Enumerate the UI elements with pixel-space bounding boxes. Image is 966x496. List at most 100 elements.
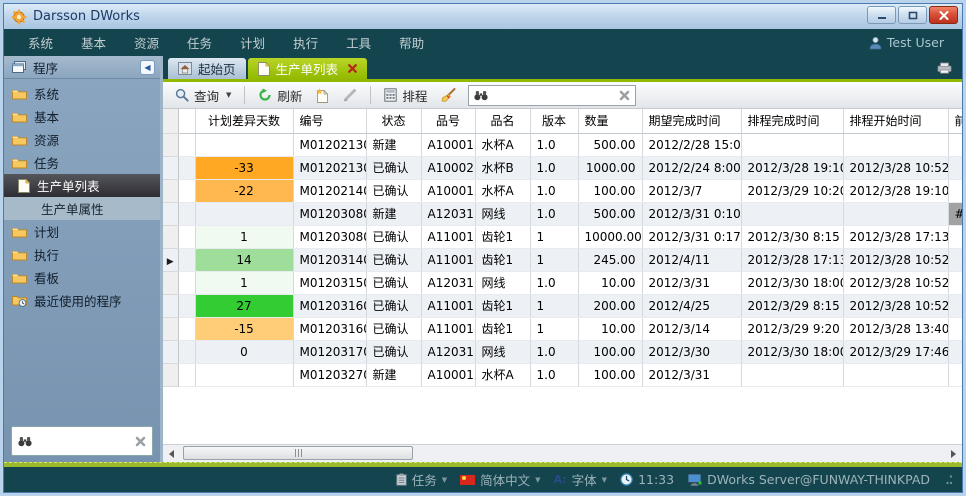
- table-row[interactable]: M012032701新建 A10001水杯A 1.0100.00 2012/3/…: [163, 363, 962, 386]
- table-row[interactable]: 27 M012031601已确认 A11001齿轮1 1200.00 2012/…: [163, 294, 962, 317]
- tab-strip: 起始页 生产单列表: [163, 56, 962, 79]
- server-name: DWorks Server@FUNWAY-THINKPAD: [707, 472, 930, 487]
- toolbar-search-input[interactable]: [493, 88, 614, 102]
- sidebar-item-basic[interactable]: 基本: [4, 105, 160, 128]
- current-user[interactable]: Test User: [869, 35, 952, 50]
- sidebar-item-plan[interactable]: 计划: [4, 220, 160, 243]
- monitor-icon: [687, 473, 702, 486]
- table-row-current[interactable]: ▶ 14 M012031402已确认 A11001齿轮1 1245.00 201…: [163, 248, 962, 271]
- menu-task[interactable]: 任务: [173, 29, 226, 56]
- col-item-name[interactable]: 品名: [475, 109, 530, 133]
- status-font-menu[interactable]: A: 字体 ▼: [554, 470, 608, 489]
- sidebar-search-clear-icon[interactable]: [135, 436, 146, 447]
- table-row[interactable]: M012021301新建 A10001水杯A 1.0500.00 2012/2/…: [163, 133, 962, 156]
- col-qty[interactable]: 数量: [578, 109, 642, 133]
- table-row[interactable]: -22 M012021401已确认 A10001水杯A 1.0100.00 20…: [163, 179, 962, 202]
- clean-button[interactable]: [437, 86, 460, 104]
- tab-close-icon[interactable]: [348, 64, 357, 73]
- binoculars-icon: [474, 90, 488, 101]
- table-row[interactable]: -15 M012031602已确认 A11001齿轮1 110.00 2012/…: [163, 317, 962, 340]
- tab-production-order-list[interactable]: 生产单列表: [248, 58, 368, 79]
- status-server[interactable]: DWorks Server@FUNWAY-THINKPAD: [687, 472, 930, 487]
- menu-plan[interactable]: 计划: [226, 29, 279, 56]
- folder-icon: [12, 134, 27, 146]
- folder-clock-icon: [12, 294, 27, 307]
- schedule-button[interactable]: 排程: [380, 84, 431, 107]
- query-dropdown-caret-icon[interactable]: ▼: [226, 91, 231, 99]
- scrollbar-thumb[interactable]: [183, 446, 413, 460]
- col-plan-diff-days[interactable]: 计划差异天数: [195, 109, 293, 133]
- col-sched-start-time[interactable]: 排程开始时间: [843, 109, 948, 133]
- printer-icon[interactable]: [937, 62, 952, 74]
- folder-icon: [12, 88, 27, 100]
- menu-system[interactable]: 系统: [14, 29, 67, 56]
- menu-help[interactable]: 帮助: [385, 29, 438, 56]
- user-icon: [869, 36, 882, 50]
- sidebar-header: 程序 ◀: [4, 56, 160, 79]
- scroll-right-arrow-icon[interactable]: [945, 446, 962, 462]
- minimize-button[interactable]: [867, 6, 896, 24]
- col-order-no[interactable]: 编号: [293, 109, 366, 133]
- restore-button[interactable]: [898, 6, 927, 24]
- folder-icon: [12, 272, 27, 284]
- sidebar-programs: 程序 ◀ 系统 基本 资源 任务: [4, 56, 163, 462]
- menu-resource[interactable]: 资源: [120, 29, 173, 56]
- sidebar-item-system[interactable]: 系统: [4, 82, 160, 105]
- query-button[interactable]: 查询 ▼: [171, 84, 235, 107]
- status-clock: 11:33: [620, 472, 674, 487]
- menu-basic[interactable]: 基本: [67, 29, 120, 56]
- sidebar-item-resource[interactable]: 资源: [4, 128, 160, 151]
- window-controls: [867, 4, 958, 29]
- sidebar-item-execute[interactable]: 执行: [4, 243, 160, 266]
- menu-execute[interactable]: 执行: [279, 29, 332, 56]
- tab-start-page[interactable]: 起始页: [168, 58, 246, 79]
- new-button[interactable]: [312, 86, 333, 105]
- horizontal-scrollbar[interactable]: [163, 444, 962, 462]
- font-icon: A:: [554, 473, 567, 486]
- close-button[interactable]: [929, 6, 958, 24]
- sidebar-item-recent-programs[interactable]: 最近使用的程序: [4, 289, 160, 312]
- menu-tools[interactable]: 工具: [332, 29, 385, 56]
- col-sched-end-time[interactable]: 排程完成时间: [741, 109, 843, 133]
- col-item-no[interactable]: 品号: [421, 109, 475, 133]
- table-row[interactable]: 1 M012030802已确认 A11001齿轮1 110000.00 2012…: [163, 225, 962, 248]
- grid-header-row: 计划差异天数 编号 状态 品号 品名 版本 数量 期望完成时间 排程完成时间 排…: [163, 109, 962, 133]
- col-version[interactable]: 版本: [530, 109, 578, 133]
- table-row[interactable]: 0 M012031701已确认 A12031网线 1.0100.00 2012/…: [163, 340, 962, 363]
- edit-button[interactable]: [339, 86, 361, 104]
- pencil-icon: [343, 88, 357, 102]
- col-status[interactable]: 状态: [366, 109, 421, 133]
- resize-grip[interactable]: [943, 475, 952, 484]
- table-row[interactable]: 1 M012031501已确认 A12031网线 1.010.00 2012/3…: [163, 271, 962, 294]
- main-area: 起始页 生产单列表 查询 ▼: [163, 56, 962, 462]
- sidebar-item-production-order-list[interactable]: 生产单列表: [4, 174, 160, 197]
- window-title: Darsson DWorks: [33, 9, 867, 24]
- window-frame: Darsson DWorks 系统 基本 资源 任务 计划 执行 工具 帮助 T…: [3, 3, 963, 493]
- status-task-menu[interactable]: 任务 ▼: [396, 470, 447, 489]
- status-language-menu[interactable]: 简体中文 ▼: [460, 470, 540, 489]
- table-row[interactable]: -33 M012021302已确认 A10002水杯B 1.01000.00 2…: [163, 156, 962, 179]
- sidebar-collapse-button[interactable]: ◀: [140, 60, 155, 75]
- magnifier-icon: [175, 88, 189, 102]
- col-next-partial[interactable]: 前: [948, 109, 962, 133]
- scroll-left-arrow-icon[interactable]: [163, 446, 180, 462]
- sidebar-title: 程序: [33, 58, 140, 77]
- sidebar-search-input[interactable]: [32, 434, 135, 448]
- col-due-time[interactable]: 期望完成时间: [642, 109, 741, 133]
- task-caret-icon: ▼: [442, 476, 447, 484]
- refresh-button[interactable]: 刷新: [254, 84, 306, 107]
- sidebar-item-kanban[interactable]: 看板: [4, 266, 160, 289]
- app-window: Darsson DWorks 系统 基本 资源 任务 计划 执行 工具 帮助 T…: [0, 0, 966, 496]
- folder-icon: [12, 249, 27, 261]
- sidebar-item-production-order-attributes[interactable]: 生产单属性: [4, 197, 160, 220]
- sidebar-item-task[interactable]: 任务: [4, 151, 160, 174]
- china-flag-icon: [460, 475, 475, 485]
- scrollbar-track[interactable]: [180, 445, 945, 462]
- refresh-icon: [258, 88, 272, 102]
- title-bar[interactable]: Darsson DWorks: [4, 4, 962, 29]
- toolbar-search-clear-icon[interactable]: [619, 90, 630, 101]
- menu-bar: 系统 基本 资源 任务 计划 执行 工具 帮助 Test User: [4, 29, 962, 56]
- binoculars-icon: [18, 436, 32, 447]
- table-row[interactable]: M012030801新建 A12031网线 1.0500.00 2012/3/3…: [163, 202, 962, 225]
- marker-cell: #: [948, 202, 962, 225]
